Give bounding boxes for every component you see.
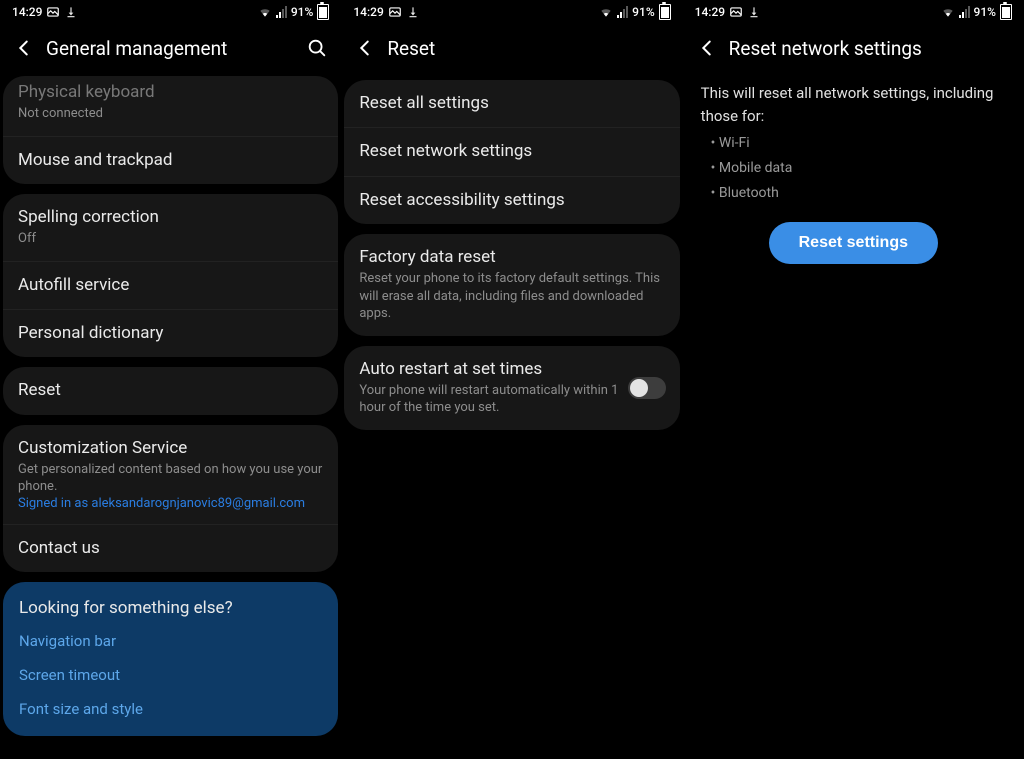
settings-group-factory: Factory data resetReset your phone to it… <box>344 234 679 336</box>
suggestion-link[interactable]: Screen timeout <box>19 666 322 684</box>
battery-icon <box>317 4 329 20</box>
suggestion-link[interactable]: Font size and style <box>19 700 322 718</box>
status-time: 14:29 <box>353 5 383 19</box>
row-title: Reset all settings <box>359 93 664 114</box>
image-icon <box>388 5 402 19</box>
download-icon <box>406 5 420 19</box>
row-title: Contact us <box>18 538 323 559</box>
suggestion-link[interactable]: Navigation bar <box>19 632 322 650</box>
settings-group-text-services: Spelling correction Off Autofill service Pe… <box>3 194 338 357</box>
reset-settings-button[interactable]: Reset settings <box>769 222 938 264</box>
row-title: Personal dictionary <box>18 323 323 344</box>
row-title: Autofill service <box>18 275 323 296</box>
status-time: 14:29 <box>12 5 42 19</box>
chevron-left-icon <box>13 37 35 59</box>
row-title: Auto restart at set times <box>359 359 619 380</box>
row-reset-accessibility-settings[interactable]: Reset accessibility settings <box>344 176 679 224</box>
row-title: Spelling correction <box>18 207 323 228</box>
row-link[interactable]: Signed in as aleksandarognjanovic89@gmai… <box>18 496 323 511</box>
row-title: Physical keyboard <box>18 82 323 103</box>
row-title: Factory data reset <box>359 247 664 268</box>
battery-icon <box>1000 4 1012 20</box>
chevron-left-icon <box>354 37 376 59</box>
row-subtitle: Off <box>18 230 323 248</box>
bullet-item: Bluetooth <box>711 183 1006 204</box>
image-icon <box>729 5 743 19</box>
status-time: 14:29 <box>695 5 725 19</box>
row-reset-network-settings[interactable]: Reset network settings <box>344 127 679 175</box>
status-bar: 14:29 91% <box>341 0 682 24</box>
row-subtitle: Your phone will restart automatically wi… <box>359 382 619 417</box>
status-bar: 14:29 91% <box>0 0 341 24</box>
settings-group-resets: Reset all settings Reset network settings… <box>344 80 679 224</box>
bullet-item: Mobile data <box>711 158 1006 179</box>
row-mouse-trackpad[interactable]: Mouse and trackpad <box>3 136 338 184</box>
settings-group-input-devices: Physical keyboard Not connected Mouse and … <box>3 76 338 184</box>
page-title: Reset network settings <box>729 37 1012 60</box>
page-title: Reset <box>387 37 670 60</box>
back-button[interactable] <box>353 36 377 60</box>
row-title: Reset accessibility settings <box>359 190 664 211</box>
back-button[interactable] <box>12 36 36 60</box>
search-button[interactable] <box>305 36 329 60</box>
row-customization-service[interactable]: Customization ServiceGet personalized co… <box>3 425 338 524</box>
wifi-icon <box>941 5 955 19</box>
row-title: Reset <box>18 380 323 401</box>
row-auto-restart[interactable]: Auto restart at set timesYour phone will… <box>344 346 679 430</box>
suggestions-card: Looking for something else? Navigation b… <box>3 582 338 736</box>
bullet-item: Wi-Fi <box>711 133 1006 154</box>
status-bar: 14:29 91% <box>683 0 1024 24</box>
row-title: Reset network settings <box>359 141 664 162</box>
row-title: Mouse and trackpad <box>18 150 323 171</box>
battery-percent: 91% <box>632 5 654 19</box>
settings-group-services: Customization ServiceGet personalized co… <box>3 425 338 573</box>
battery-percent: 91% <box>974 5 996 19</box>
row-personal-dictionary[interactable]: Personal dictionary <box>3 309 338 357</box>
battery-icon <box>659 4 671 20</box>
row-subtitle: Not connected <box>18 105 323 123</box>
search-icon <box>306 37 328 59</box>
row-title: Customization Service <box>18 438 323 459</box>
wifi-icon <box>258 5 272 19</box>
settings-group-reset: Reset <box>3 367 338 414</box>
battery-percent: 91% <box>291 5 313 19</box>
row-subtitle: Reset your phone to its factory default … <box>359 270 664 323</box>
back-button[interactable] <box>695 36 719 60</box>
download-icon <box>747 5 761 19</box>
download-icon <box>64 5 78 19</box>
row-reset-all-settings[interactable]: Reset all settings <box>344 80 679 127</box>
row-contact-us[interactable]: Contact us <box>3 524 338 572</box>
signal-icon <box>617 6 628 18</box>
row-reset[interactable]: Reset <box>3 367 338 414</box>
suggestions-header: Looking for something else? <box>19 598 322 618</box>
wifi-icon <box>599 5 613 19</box>
signal-icon <box>276 6 287 18</box>
settings-group-auto-restart: Auto restart at set timesYour phone will… <box>344 346 679 430</box>
chevron-left-icon <box>696 37 718 59</box>
row-subtitle: Get personalized content based on how yo… <box>18 461 323 496</box>
row-physical-keyboard[interactable]: Physical keyboard Not connected <box>3 76 338 136</box>
intro-text: This will reset all network settings, in… <box>701 82 1006 127</box>
toggle-auto-restart[interactable] <box>628 377 666 399</box>
page-title: General management <box>46 37 305 60</box>
signal-icon <box>959 6 970 18</box>
image-icon <box>46 5 60 19</box>
row-spelling-correction[interactable]: Spelling correction Off <box>3 194 338 261</box>
row-autofill-service[interactable]: Autofill service <box>3 261 338 309</box>
row-factory-data-reset[interactable]: Factory data resetReset your phone to it… <box>344 234 679 336</box>
